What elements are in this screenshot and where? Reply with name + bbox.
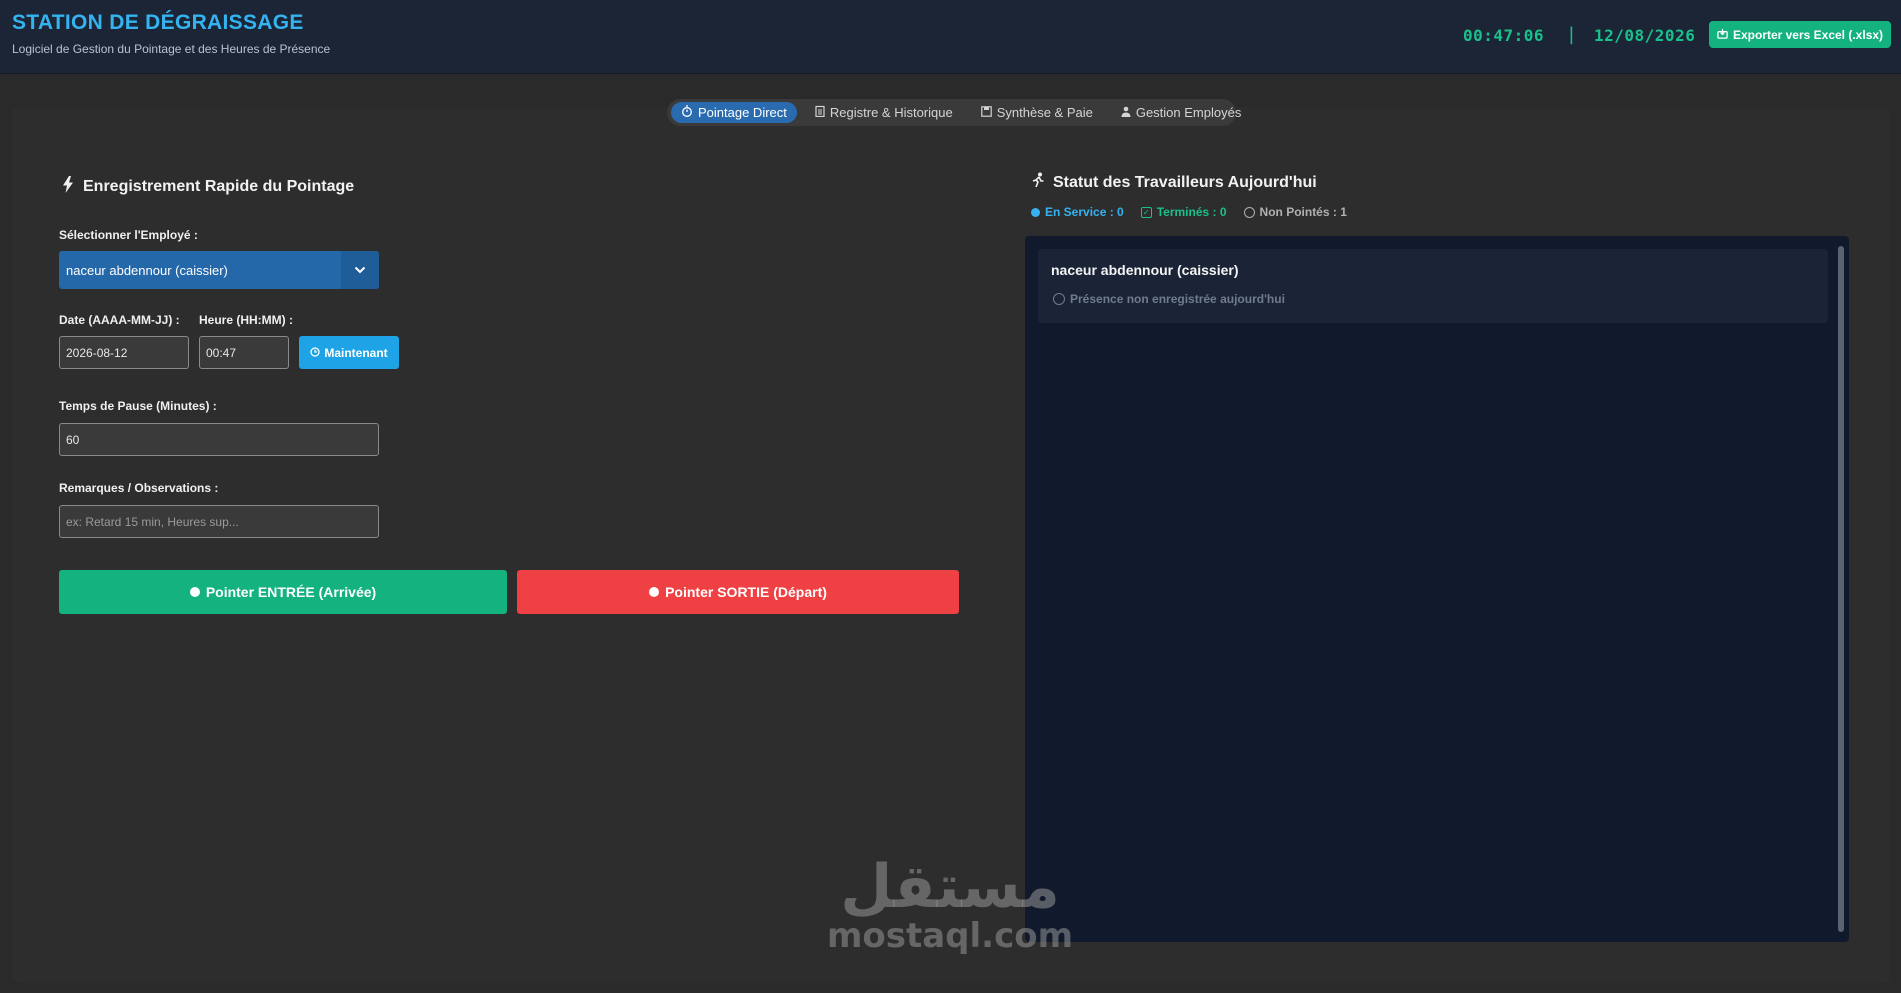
remarks-input[interactable] <box>59 505 379 538</box>
export-excel-button[interactable]: Exporter vers Excel (.xlsx) <box>1709 21 1891 48</box>
form-title-text: Enregistrement Rapide du Pointage <box>83 178 355 195</box>
app-subtitle: Logiciel de Gestion du Pointage et des H… <box>12 42 331 56</box>
tab-bar: Pointage Direct Registre & Historique Sy… <box>667 99 1241 126</box>
watermark-latin: mostaql.com <box>826 916 1074 956</box>
date-input[interactable] <box>59 336 189 369</box>
tab-pointage-direct[interactable]: Pointage Direct <box>671 102 797 123</box>
app-title: STATION DE DÉGRAISSAGE <box>12 11 304 34</box>
ring-icon <box>1243 206 1255 218</box>
clock-in-button[interactable]: Pointer ENTRÉE (Arrivée) <box>59 570 507 614</box>
dot-icon <box>1031 207 1040 217</box>
legend-finished-text: Terminés : 0 <box>1156 205 1227 219</box>
tab-label: Synthèse & Paie <box>996 105 1093 120</box>
pause-label: Temps de Pause (Minutes) : <box>59 399 217 413</box>
worker-status: Présence non enregistrée aujourd'hui <box>1053 292 1285 306</box>
clock-time: 00:47:06 <box>1463 26 1545 45</box>
date-label: Date (AAAA-MM-JJ) : <box>59 313 180 327</box>
clock-out-button[interactable]: Pointer SORTIE (Départ) <box>517 570 959 614</box>
workers-panel: naceur abdennour (caissier) Présence non… <box>1025 236 1849 942</box>
legend-in-service: En Service : 0 <box>1031 205 1124 219</box>
clock-icon <box>310 346 320 360</box>
status-legend: En Service : 0 ✓ Terminés : 0 Non Pointé… <box>1031 205 1347 219</box>
legend-not-clocked: Non Pointés : 1 <box>1243 205 1347 219</box>
floppy-icon <box>980 105 992 120</box>
employee-select[interactable]: naceur abdennour (caissier) <box>59 251 379 289</box>
user-icon <box>1121 106 1131 120</box>
export-icon <box>1717 28 1728 42</box>
app-header: STATION DE DÉGRAISSAGE Logiciel de Gesti… <box>0 0 1901 74</box>
legend-not-clocked-text: Non Pointés : 1 <box>1259 205 1347 219</box>
watermark-arabic: مستقل <box>840 852 1060 922</box>
now-button[interactable]: Maintenant <box>299 336 399 369</box>
worker-name: naceur abdennour (caissier) <box>1051 262 1239 278</box>
dot-icon <box>649 587 660 597</box>
ring-icon <box>1053 293 1065 305</box>
tab-registre-historique[interactable]: Registre & Historique <box>805 102 963 123</box>
status-title-text: Statut des Travailleurs Aujourd'hui <box>1053 173 1317 191</box>
tab-label: Registre & Historique <box>829 105 953 120</box>
checkbox-icon: ✓ <box>1140 206 1152 218</box>
watermark: مستقل mostaql.com <box>820 856 1080 954</box>
runner-icon <box>1032 172 1044 193</box>
form-title: Enregistrement Rapide du Pointage <box>62 176 354 198</box>
employee-select-value: naceur abdennour (caissier) <box>66 262 228 278</box>
clock-separator: | <box>1566 24 1578 45</box>
tab-synthese-paie[interactable]: Synthèse & Paie <box>971 102 1103 123</box>
worker-status-text: Présence non enregistrée aujourd'hui <box>1070 292 1285 306</box>
scrollbar[interactable] <box>1838 246 1844 932</box>
remarks-label: Remarques / Observations : <box>59 481 219 495</box>
export-label: Exporter vers Excel (.xlsx) <box>1732 27 1884 42</box>
pause-input[interactable] <box>59 423 379 456</box>
clipboard-icon <box>815 105 825 120</box>
stopwatch-icon <box>681 105 693 120</box>
clock-in-label: Pointer ENTRÉE (Arrivée) <box>205 584 377 600</box>
now-button-label: Maintenant <box>324 345 388 360</box>
legend-in-service-text: En Service : 0 <box>1045 205 1124 219</box>
dot-icon <box>189 587 200 597</box>
legend-finished: ✓ Terminés : 0 <box>1140 205 1227 219</box>
tab-label: Pointage Direct <box>698 105 787 120</box>
worker-card[interactable]: naceur abdennour (caissier) Présence non… <box>1038 249 1828 323</box>
status-title: Statut des Travailleurs Aujourd'hui <box>1032 172 1317 193</box>
chevron-down-icon[interactable] <box>341 251 379 289</box>
clock-out-label: Pointer SORTIE (Départ) <box>665 584 827 600</box>
tab-label: Gestion Employés <box>1135 105 1242 120</box>
hour-input[interactable] <box>199 336 289 369</box>
hour-label: Heure (HH:MM) : <box>199 313 293 327</box>
clock-date: 12/08/2026 <box>1594 26 1696 45</box>
lightning-icon <box>62 176 74 198</box>
employee-label: Sélectionner l'Employé : <box>59 228 198 242</box>
tab-gestion-employes[interactable]: Gestion Employés <box>1111 102 1252 123</box>
